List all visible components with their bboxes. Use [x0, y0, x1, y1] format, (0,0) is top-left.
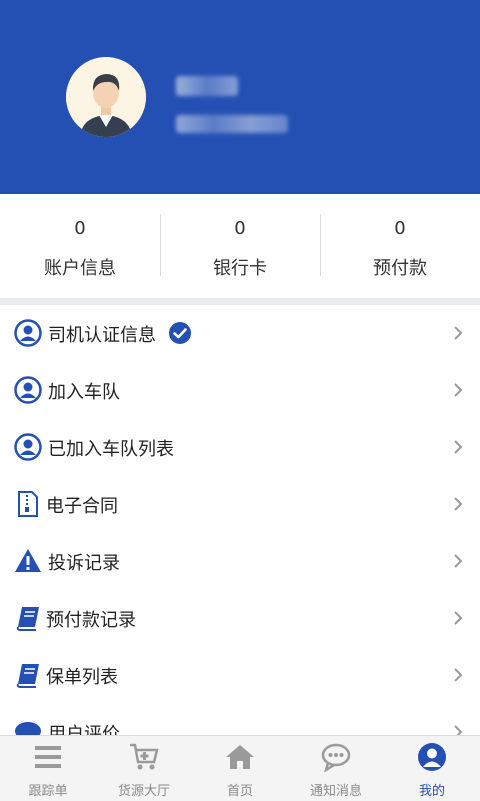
avatar-person-icon — [66, 57, 146, 137]
chevron-right-icon — [454, 383, 463, 397]
chevron-right-icon — [454, 668, 463, 682]
message-icon — [321, 743, 351, 772]
menu-item-join-fleet[interactable]: 加入车队 — [0, 362, 480, 419]
book-icon — [16, 664, 39, 688]
chevron-right-icon — [454, 554, 463, 568]
blurred-phone — [176, 115, 288, 133]
account-stats: 0 账户信息 0 银行卡 0 预付款 — [0, 194, 480, 298]
menu-item-label: 司机认证信息 — [48, 325, 156, 346]
stat-value: 0 — [74, 218, 86, 239]
menu-item-e-contract[interactable]: 电子合同 — [0, 476, 480, 533]
menu-list: 司机认证信息 加入车队 已加入车队列表 电子合同 投诉记录 预付款记录 保单列表… — [0, 305, 480, 735]
tab-home[interactable]: 首页 — [192, 736, 288, 801]
chevron-right-icon — [454, 725, 463, 735]
menu-item-label: 电子合同 — [46, 496, 118, 517]
bottom-tab-bar: 跟踪单 货源大厅 首页 通知消息 我的 — [0, 735, 480, 801]
stat-label: 账户信息 — [44, 258, 116, 279]
verified-check-icon — [169, 322, 191, 344]
profile-icon — [418, 743, 446, 771]
stat-value: 0 — [234, 218, 246, 239]
user-circle-icon — [14, 319, 42, 347]
menu-item-joined-fleets[interactable]: 已加入车队列表 — [0, 419, 480, 476]
chevron-right-icon — [454, 611, 463, 625]
menu-item-label: 已加入车队列表 — [48, 439, 174, 460]
home-icon — [226, 745, 254, 769]
menu-item-user-reviews[interactable]: 用户评价 — [0, 704, 480, 735]
chat-icon — [15, 722, 41, 735]
user-circle-icon — [14, 376, 42, 404]
tab-tracking[interactable]: 跟踪单 — [0, 736, 96, 801]
warning-icon — [15, 549, 41, 572]
tab-mine[interactable]: 我的 — [384, 736, 480, 801]
menu-item-driver-certification[interactable]: 司机认证信息 — [0, 305, 480, 362]
stat-label: 银行卡 — [213, 258, 267, 279]
tab-label: 货源大厅 — [117, 784, 170, 799]
stat-account-info[interactable]: 0 账户信息 — [0, 194, 160, 298]
menu-item-label: 用户评价 — [48, 724, 120, 735]
menu-item-prepayment-records[interactable]: 预付款记录 — [0, 590, 480, 647]
tab-label: 首页 — [226, 784, 253, 799]
document-zip-icon — [18, 491, 38, 517]
tab-notifications[interactable]: 通知消息 — [288, 736, 384, 801]
tab-label: 我的 — [418, 784, 445, 799]
menu-item-label: 投诉记录 — [48, 553, 120, 574]
menu-item-label: 保单列表 — [46, 667, 118, 688]
cart-icon — [130, 743, 159, 770]
avatar[interactable] — [66, 57, 146, 137]
menu-item-label: 加入车队 — [48, 382, 120, 403]
section-separator — [0, 298, 480, 305]
tab-label: 跟踪单 — [28, 784, 68, 799]
tab-label: 通知消息 — [309, 784, 362, 799]
menu-lines-icon — [35, 746, 61, 768]
tab-cargo-hall[interactable]: 货源大厅 — [96, 736, 192, 801]
chevron-right-icon — [454, 326, 463, 340]
stat-bank-card[interactable]: 0 银行卡 — [160, 194, 320, 298]
menu-item-policy-list[interactable]: 保单列表 — [0, 647, 480, 704]
book-icon — [16, 607, 39, 631]
user-circle-icon — [14, 433, 42, 461]
stat-prepayment[interactable]: 0 预付款 — [320, 194, 480, 298]
blurred-username — [176, 76, 238, 96]
chevron-right-icon — [454, 497, 463, 511]
menu-item-complaint-records[interactable]: 投诉记录 — [0, 533, 480, 590]
chevron-right-icon — [454, 440, 463, 454]
menu-item-label: 预付款记录 — [46, 610, 136, 631]
stat-label: 预付款 — [373, 258, 427, 279]
profile-header — [0, 0, 480, 194]
stat-value: 0 — [394, 218, 406, 239]
